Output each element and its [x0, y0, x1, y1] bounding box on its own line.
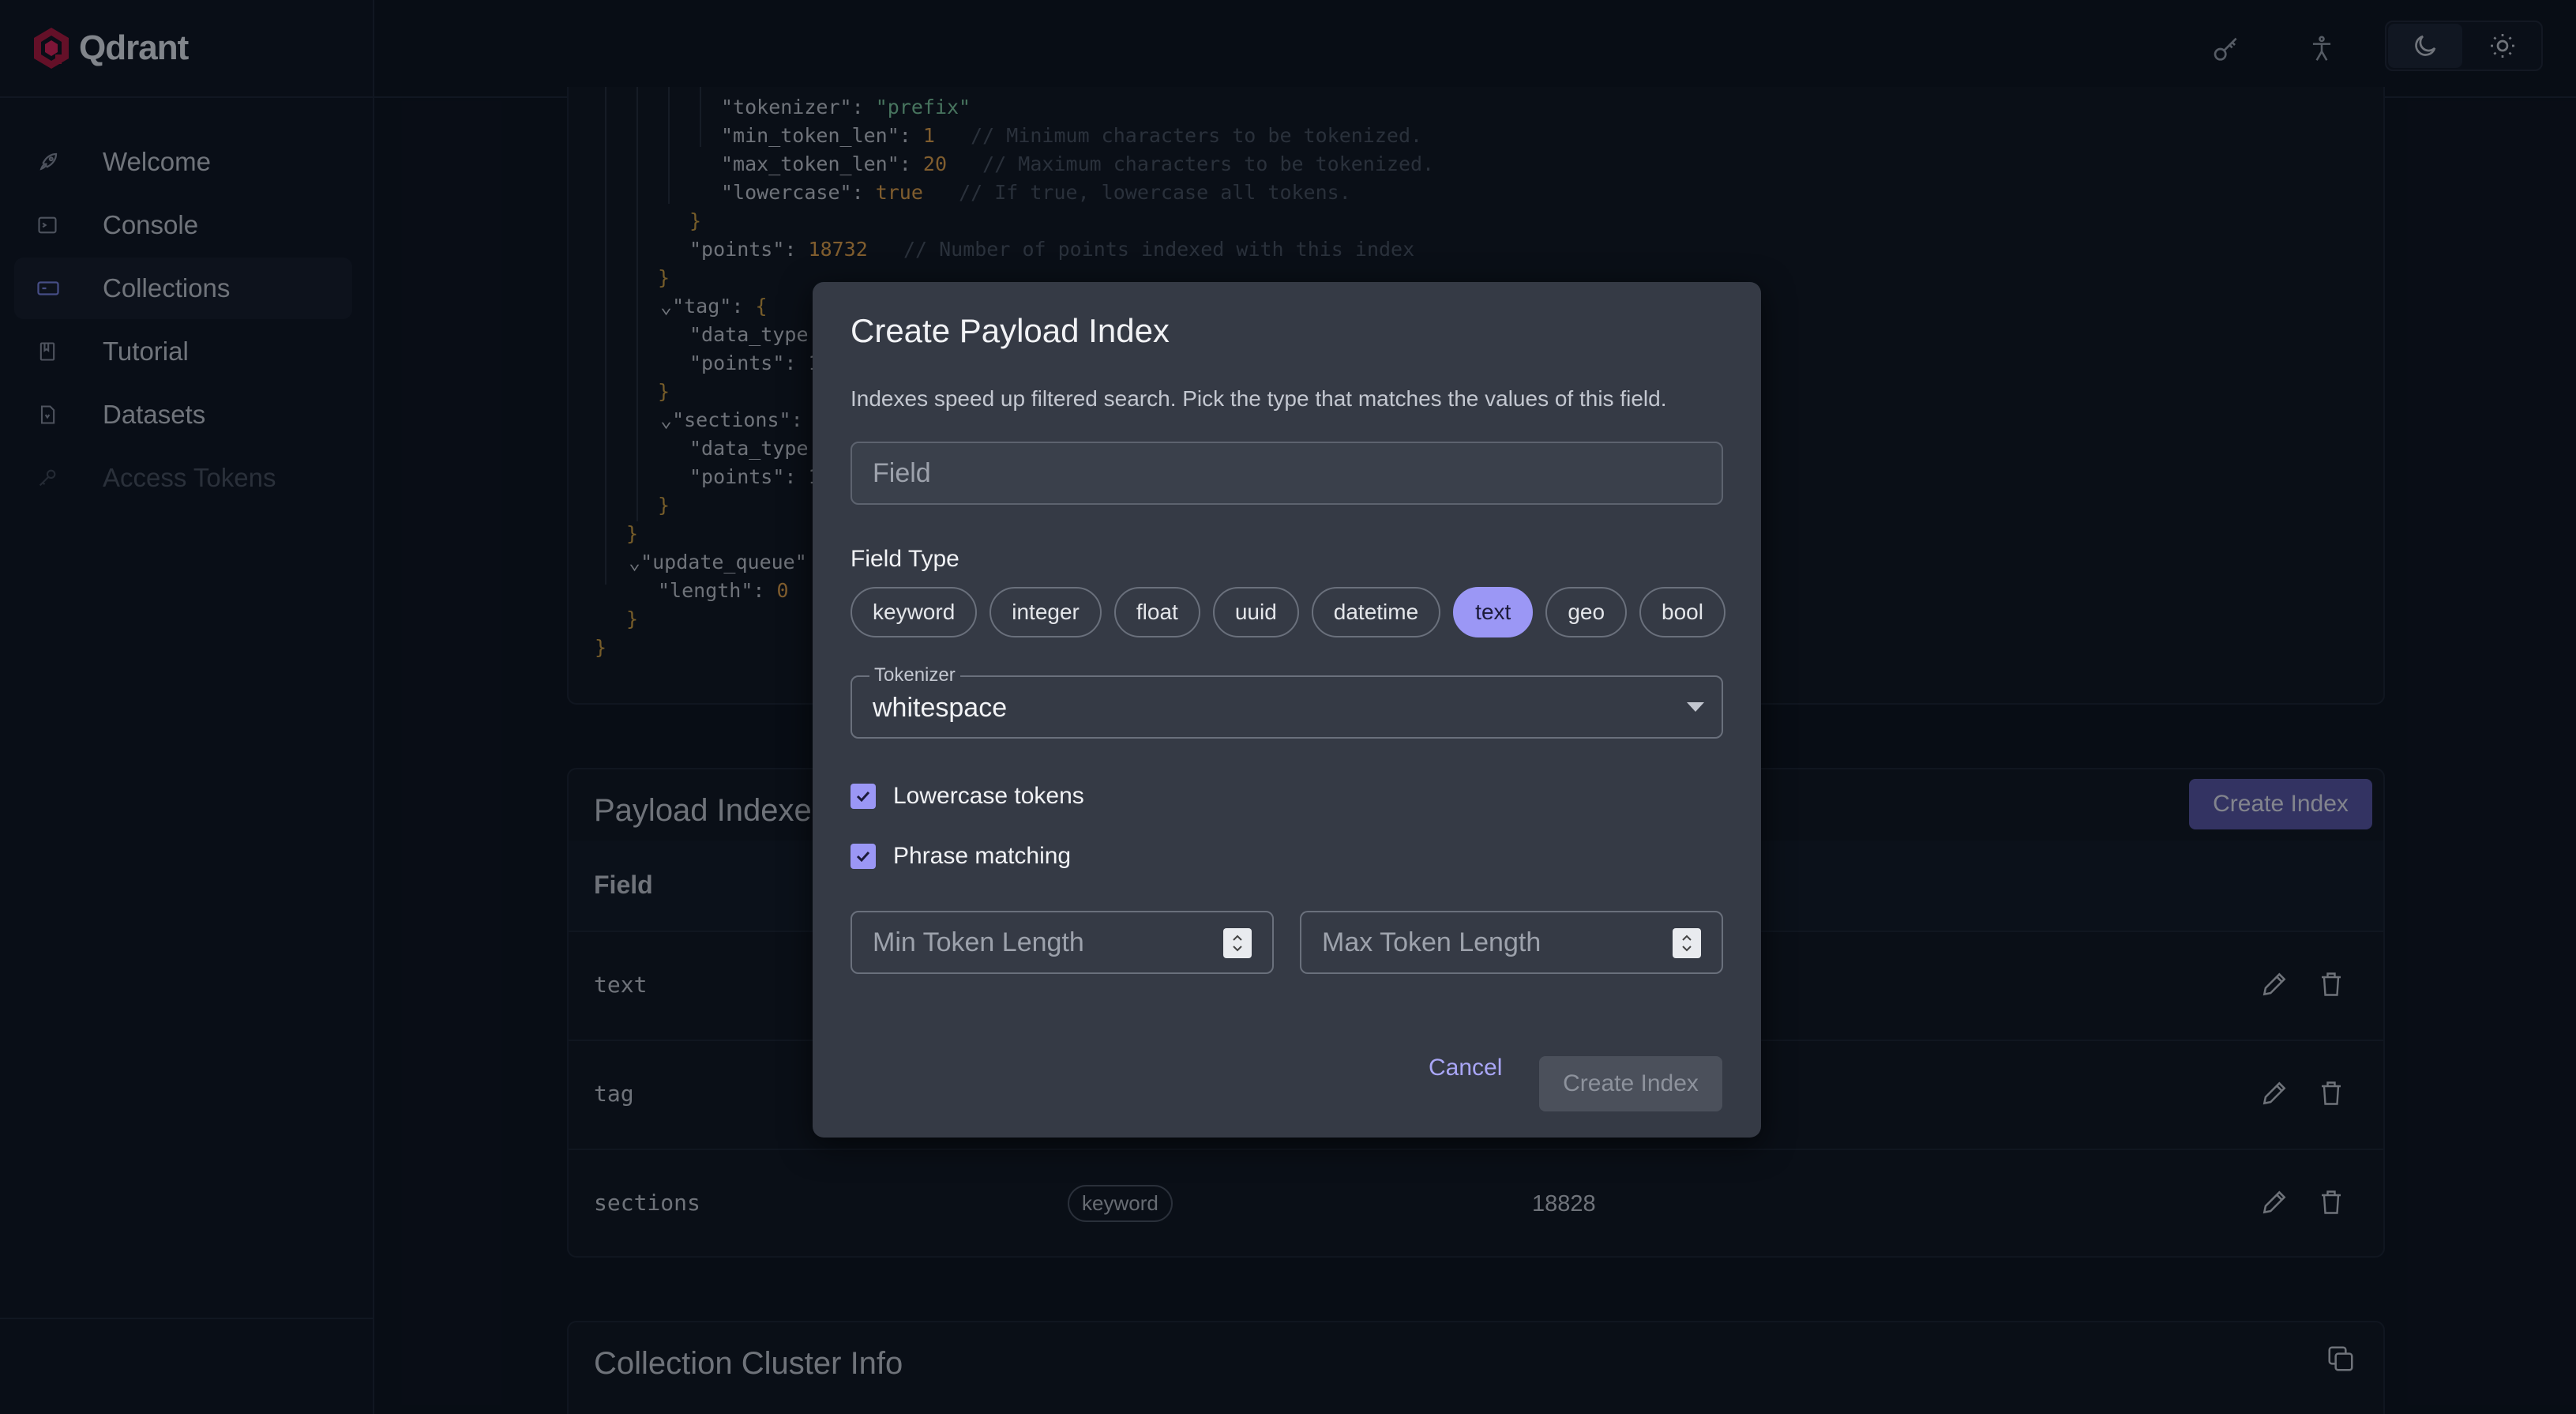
max-token-length-field	[1300, 911, 1723, 974]
cancel-button[interactable]: Cancel	[1429, 1055, 1502, 1081]
tokenizer-label: Tokenizer	[869, 664, 960, 686]
lowercase-tokens-option[interactable]: Lowercase tokens	[851, 783, 1084, 810]
min-token-length-field	[851, 911, 1274, 974]
chip-datetime[interactable]: datetime	[1311, 587, 1441, 637]
lowercase-label: Lowercase tokens	[893, 783, 1084, 809]
chip-geo[interactable]: geo	[1545, 587, 1628, 637]
tokenizer-value: whitespace	[873, 693, 1008, 723]
chip-text[interactable]: text	[1453, 587, 1534, 637]
stepper-icon[interactable]	[1673, 928, 1701, 958]
phrase-label: Phrase matching	[893, 843, 1072, 869]
dialog-title: Create Payload Index	[851, 312, 1170, 349]
chip-keyword[interactable]: keyword	[851, 587, 978, 637]
field-type-chips: keyword integer float uuid datetime text…	[851, 587, 1725, 637]
field-type-label: Field Type	[851, 546, 959, 572]
max-token-length-input[interactable]	[1301, 912, 1722, 972]
create-payload-index-dialog: Create Payload Index Indexes speed up fi…	[813, 282, 1761, 1138]
phrase-checkbox[interactable]	[851, 844, 876, 869]
phrase-matching-option[interactable]: Phrase matching	[851, 843, 1071, 870]
dialog-description: Indexes speed up filtered search. Pick t…	[851, 386, 1667, 411]
min-token-length-input[interactable]	[852, 912, 1272, 972]
chip-bool[interactable]: bool	[1639, 587, 1725, 637]
stepper-icon[interactable]	[1223, 928, 1252, 958]
create-index-submit-button[interactable]: Create Index	[1539, 1056, 1722, 1111]
chip-uuid[interactable]: uuid	[1212, 587, 1299, 637]
lowercase-checkbox[interactable]	[851, 784, 876, 809]
tokenizer-select[interactable]: Tokenizer whitespace	[851, 664, 1723, 739]
caret-down-icon	[1687, 702, 1704, 712]
chip-integer[interactable]: integer	[989, 587, 1102, 637]
field-input[interactable]	[851, 442, 1723, 505]
chip-float[interactable]: float	[1113, 587, 1200, 637]
